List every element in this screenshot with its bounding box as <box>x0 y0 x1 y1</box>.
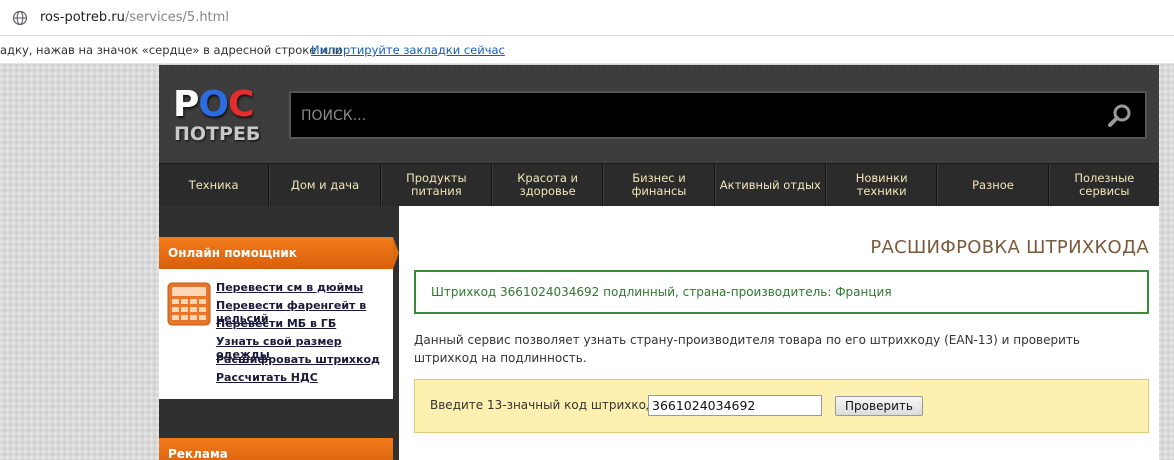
browser-address-bar: ros-potreb.ru/services/5.html <box>0 0 1174 36</box>
list-item: Рассчитать НДС <box>216 371 393 389</box>
list-item: Перевести МБ в ГБ <box>216 317 393 335</box>
search-input[interactable] <box>301 105 1061 127</box>
list-item: Узнать свой размер одежды <box>216 335 393 361</box>
nav-item-tech[interactable]: Техника <box>159 164 270 206</box>
nav-item-new-tech[interactable]: Новинки техники <box>825 164 938 206</box>
tools-list: Перевести см в дюймы Перевести фаренгейт… <box>216 281 393 389</box>
logo-bottom: ПОТРЕБ <box>174 123 261 145</box>
barcode-input[interactable] <box>648 395 822 416</box>
nav-item-misc[interactable]: Разное <box>937 164 1049 206</box>
url-field[interactable]: ros-potreb.ru/services/5.html <box>40 10 229 25</box>
url-host: ros-potreb.ru <box>40 10 125 25</box>
search-icon[interactable] <box>1107 103 1133 129</box>
site-header: РОС ПОТРЕБ <box>159 65 1159 163</box>
tool-link-mb-gb[interactable]: Перевести МБ в ГБ <box>216 317 336 330</box>
main-content: РАСШИФРОВКА ШТРИХКОДА Штрихкод 366102403… <box>399 206 1159 460</box>
list-item: Перевести см в дюймы <box>216 281 393 299</box>
tool-link-vat[interactable]: Рассчитать НДС <box>216 371 318 384</box>
site-wrapper: РОС ПОТРЕБ Техника Дом и дача Продукты п… <box>159 65 1159 460</box>
nav-item-beauty[interactable]: Красота и здоровье <box>491 164 604 206</box>
tool-link-barcode[interactable]: Расшифровать штрихкод <box>216 353 380 366</box>
globe-icon <box>12 10 28 26</box>
barcode-label: Введите 13-значный код штрихкода: <box>430 398 666 412</box>
calculator-icon <box>167 282 211 326</box>
sidebar: Онлайн помощник Перевести см в дюймы Пер… <box>159 206 399 460</box>
widget-title: Онлайн помощник <box>159 237 399 269</box>
barcode-form: Введите 13-значный код штрихкода: Провер… <box>414 379 1149 433</box>
nav-item-home[interactable]: Дом и дача <box>269 164 381 206</box>
nav-item-business[interactable]: Бизнес и финансы <box>603 164 715 206</box>
logo-top: РОС <box>173 84 254 125</box>
service-description: Данный сервис позволяет узнать страну-пр… <box>414 333 1080 365</box>
ad-title: Реклама <box>159 438 393 460</box>
site-logo[interactable]: РОС ПОТРЕБ <box>173 87 269 151</box>
tool-link-cm-inch[interactable]: Перевести см в дюймы <box>216 281 363 294</box>
url-path: /services/5.html <box>124 10 229 25</box>
list-item: Перевести фаренгейт в цельсий <box>216 299 393 325</box>
bookmark-prompt: адку, нажав на значок «сердце» в адресно… <box>0 43 343 57</box>
nav-item-services[interactable]: Полезные сервисы <box>1048 164 1159 206</box>
main-nav: Техника Дом и дача Продукты питания Крас… <box>159 163 1159 206</box>
bookmark-bar: адку, нажав на значок «сердце» в адресно… <box>0 36 1174 64</box>
import-bookmarks-link[interactable]: Импортируйте закладки сейчас <box>311 43 505 57</box>
list-item: Расшифровать штрихкод <box>216 353 393 371</box>
nav-item-food[interactable]: Продукты питания <box>380 164 492 206</box>
search-bar <box>289 91 1147 139</box>
nav-item-leisure[interactable]: Активный отдых <box>714 164 826 206</box>
result-box: Штрихкод 3661024034692 подлинный, страна… <box>414 270 1149 314</box>
widget-body: Перевести см в дюймы Перевести фаренгейт… <box>159 269 393 399</box>
result-text: Штрихкод 3661024034692 подлинный, страна… <box>431 285 892 299</box>
page-title: РАСШИФРОВКА ШТРИХКОДА <box>870 237 1149 258</box>
check-button[interactable]: Проверить <box>835 396 923 416</box>
